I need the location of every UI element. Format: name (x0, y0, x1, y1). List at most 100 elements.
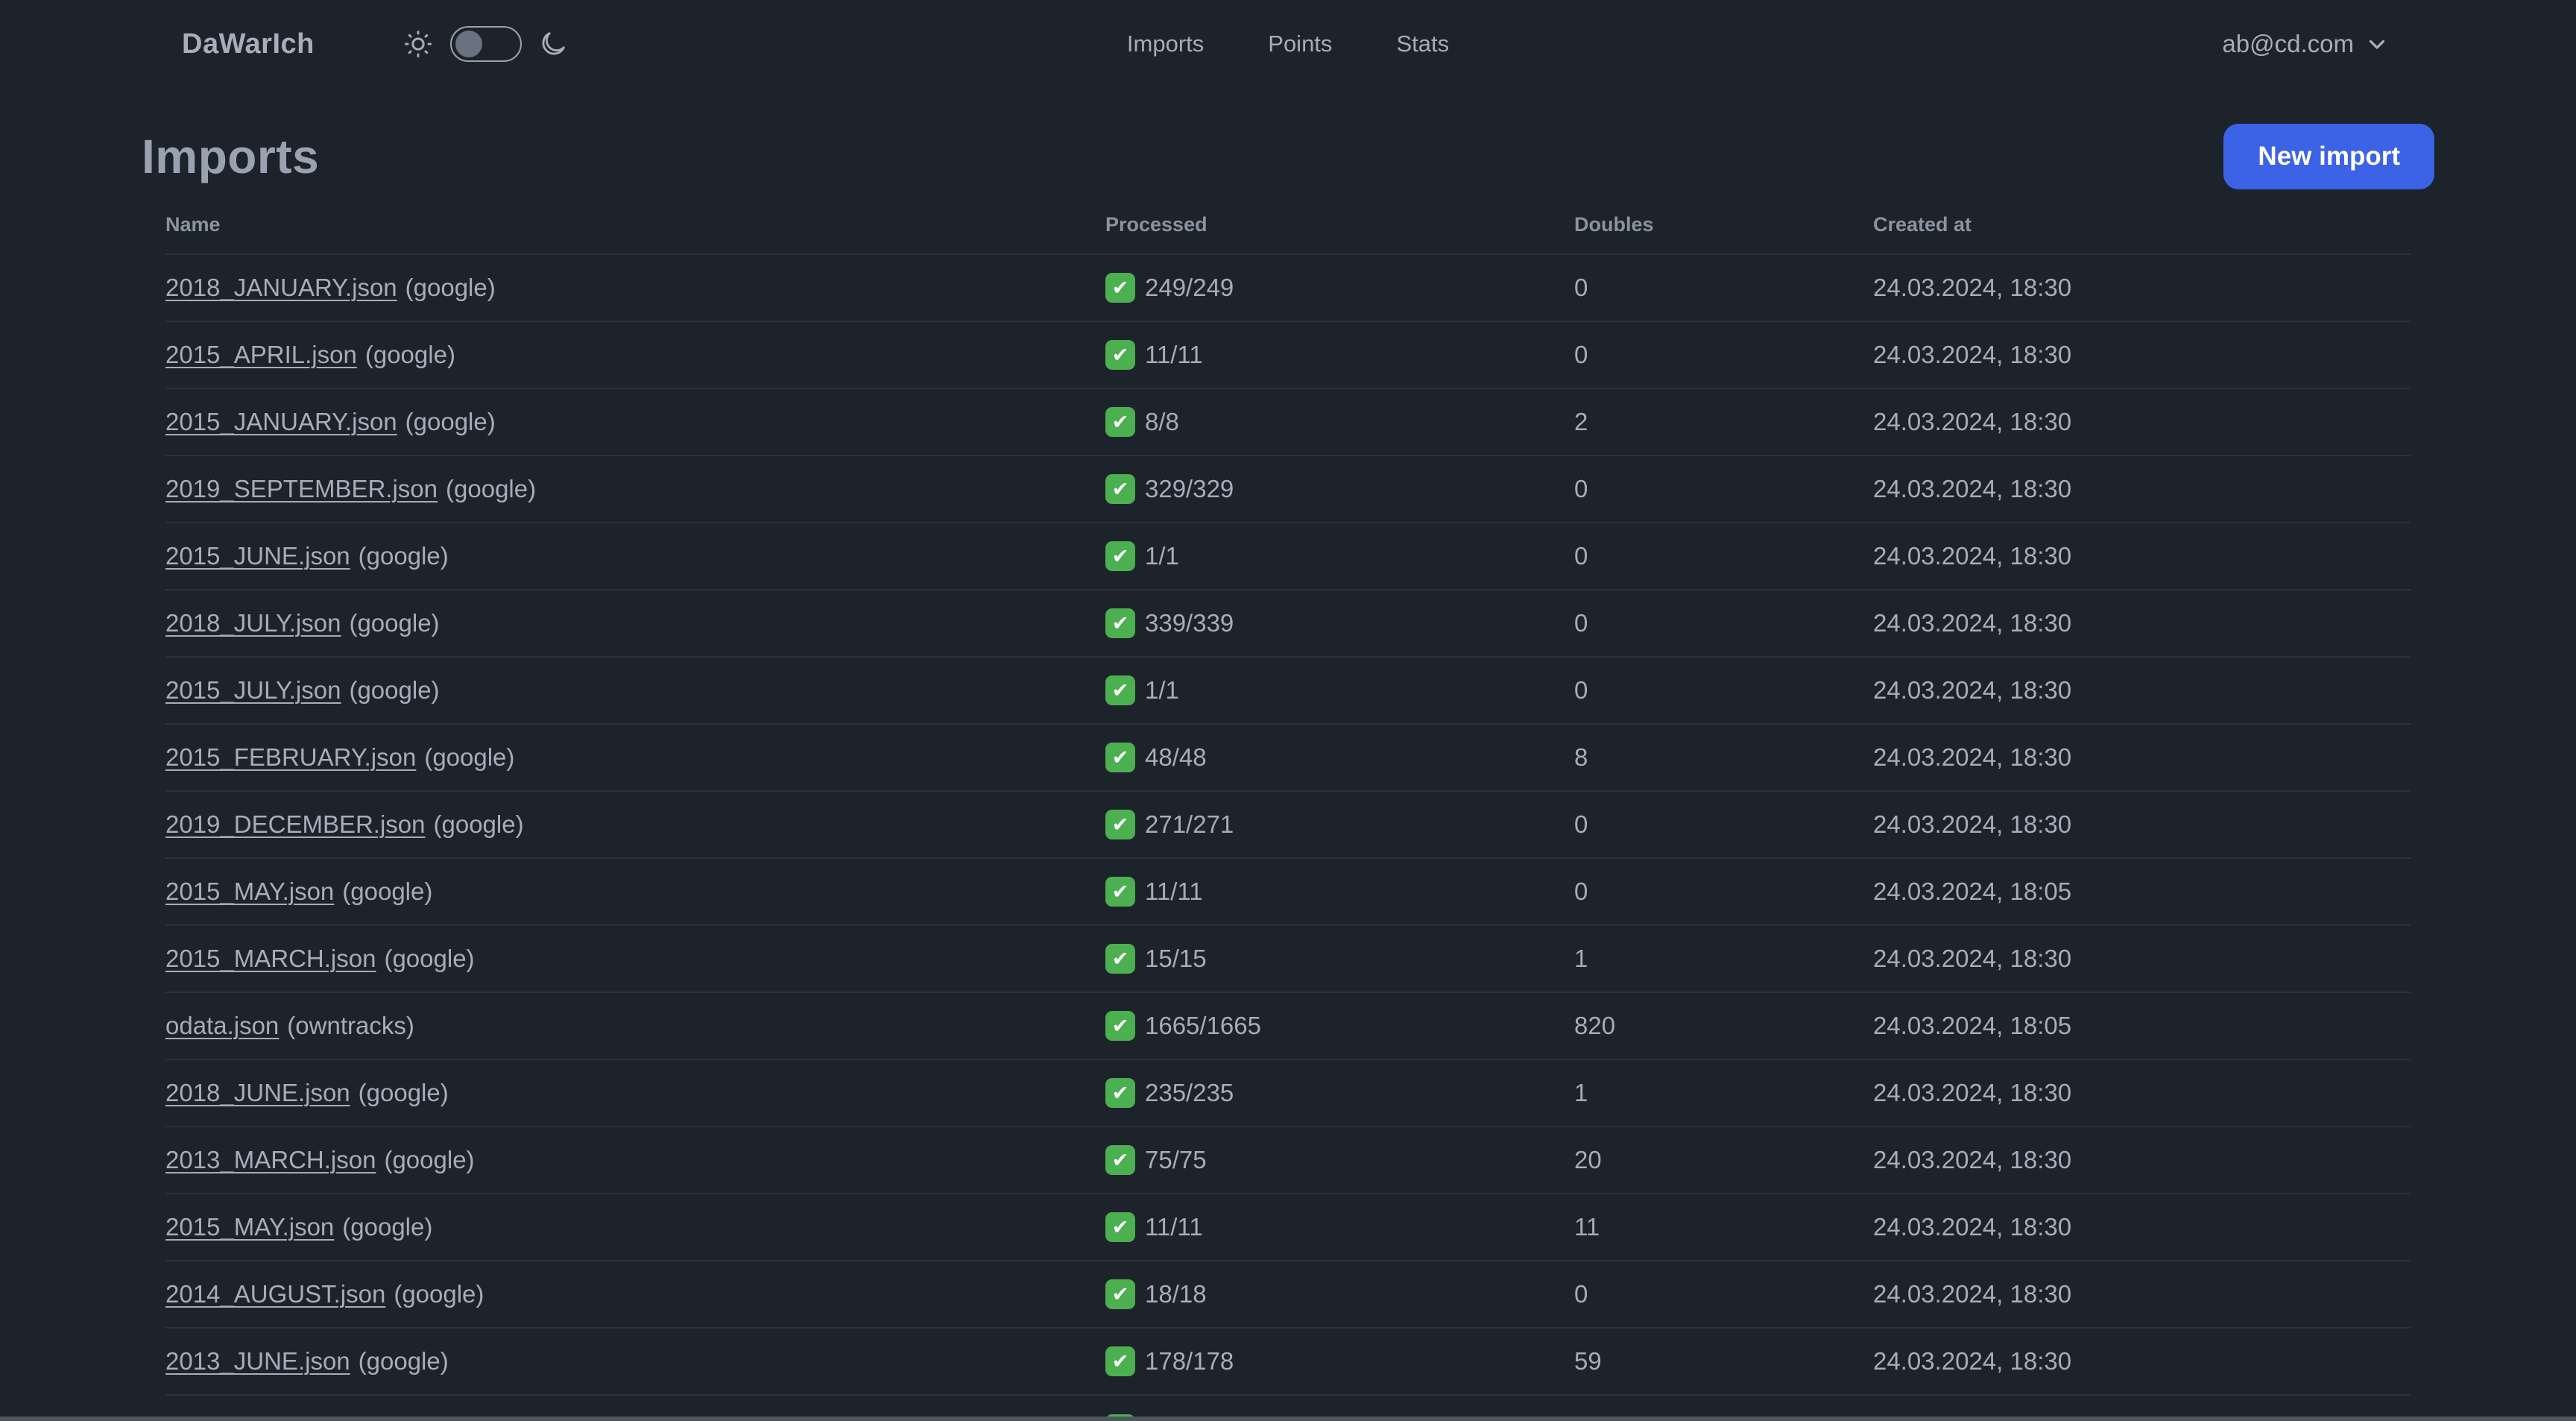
check-icon: ✔ (1105, 1011, 1135, 1041)
import-file-link[interactable]: 2018_JUNE.json (165, 1079, 350, 1107)
user-menu[interactable]: ab@cd.com (2222, 30, 2390, 58)
name-cell: 2019_SEPTEMBER.json (google) (165, 475, 1105, 503)
horizontal-scrollbar[interactable] (0, 1417, 2576, 1421)
table-row: 2018_JUNE.json (google) ✔ 235/235 1 24.03.202… (165, 1060, 2411, 1127)
moon-icon (538, 29, 568, 59)
doubles-cell: 0 (1574, 878, 1588, 905)
doubles-cell: 2 (1574, 408, 1588, 435)
table-row: 2015_MARCH.json (google) ✔ 15/15 1 24.03.2024… (165, 926, 2411, 993)
processed-cell: ✔ 15/15 (1105, 944, 1574, 974)
nav-item-stats[interactable]: Stats (1386, 23, 1459, 65)
table-row: 2015_MAY.json (google) ✔ 11/11 11 24.03.2024,… (165, 1194, 2411, 1261)
table-row: 2015_JUNE.json (google) ✔ 1/1 0 24.03.2024, 1… (165, 523, 2411, 590)
check-icon: ✔ (1105, 944, 1135, 974)
import-file-link[interactable]: 2015_APRIL.json (165, 341, 357, 369)
doubles-cell: 8 (1574, 743, 1588, 771)
processed-cell: ✔ 235/235 (1105, 1078, 1574, 1108)
check-icon: ✔ (1105, 541, 1135, 571)
created-at-cell: 24.03.2024, 18:30 (1873, 676, 2072, 704)
theme-toggle-knob (455, 31, 482, 57)
check-icon: ✔ (1105, 407, 1135, 437)
check-icon: ✔ (1105, 675, 1135, 705)
doubles-cell: 11 (1574, 1213, 1600, 1241)
created-at-cell: 24.03.2024, 18:30 (1873, 1280, 2072, 1308)
table-row: 2018_JULY.json (google) ✔ 339/339 0 24.03.202… (165, 590, 2411, 658)
import-file-link[interactable]: 2013_JUNE.json (165, 1347, 350, 1376)
table-row: 2018_JANUARY.json (google) ✔ 249/249 0 24.03.… (165, 255, 2411, 322)
import-file-link[interactable]: 2015_JANUARY.json (165, 408, 397, 436)
check-icon: ✔ (1105, 340, 1135, 370)
import-source: (google) (342, 1213, 433, 1241)
processed-value: 15/15 (1145, 945, 1207, 972)
processed-value: 1665/1665 (1145, 1012, 1261, 1039)
nav-item-imports[interactable]: Imports (1117, 23, 1214, 65)
main-nav: Imports Points Stats (1117, 0, 1459, 88)
import-source: (google) (394, 1280, 484, 1308)
processed-value: 178/178 (1145, 1347, 1234, 1375)
import-file-link[interactable]: 2019_SEPTEMBER.json (165, 475, 438, 503)
created-at-cell: 24.03.2024, 18:30 (1873, 475, 2072, 502)
table-row: 2013_MARCH.json (google) ✔ 75/75 20 24.03.202… (165, 1127, 2411, 1194)
import-file-link[interactable]: 2018_JULY.json (165, 609, 341, 637)
created-at-cell: 24.03.2024, 18:30 (1873, 542, 2072, 570)
processed-value: 271/271 (1145, 810, 1234, 838)
nav-item-points[interactable]: Points (1257, 23, 1342, 65)
import-file-link[interactable]: 2015_JULY.json (165, 676, 341, 705)
import-file-link[interactable]: 2014_AUGUST.json (165, 1280, 385, 1308)
import-file-link[interactable]: 2013_MARCH.json (165, 1146, 376, 1174)
processed-value: 1/1 (1145, 676, 1179, 704)
navbar: DaWarIch Imports Points Stats ab@cd.com (0, 0, 2576, 88)
import-file-link[interactable]: 2015_MAY.json (165, 878, 334, 906)
navbar-end: ab@cd.com (2222, 30, 2390, 58)
table-row: 2013_JUNE.json (google) ✔ 178/178 59 24.03.20… (165, 1329, 2411, 1396)
name-cell: 2015_MARCH.json (google) (165, 945, 1105, 973)
import-file-link[interactable]: 2015_FEBRUARY.json (165, 743, 416, 772)
doubles-cell: 0 (1574, 274, 1588, 301)
created-at-cell: 24.03.2024, 18:30 (1873, 341, 2072, 368)
check-icon: ✔ (1105, 1212, 1135, 1242)
processed-cell: ✔ 178/178 (1105, 1346, 1574, 1376)
app-logo[interactable]: DaWarIch (182, 28, 315, 60)
name-cell: 2014_AUGUST.json (google) (165, 1280, 1105, 1308)
table-row: 2015_MAY.json (google) ✔ 11/11 0 24.03.2024, … (165, 859, 2411, 926)
doubles-cell: 59 (1574, 1347, 1602, 1375)
processed-value: 18/18 (1145, 1280, 1207, 1308)
table-row: 2015_APRIL.json (google) ✔ 11/11 0 24.03.2024… (165, 322, 2411, 389)
import-source: (google) (358, 542, 449, 570)
table-row: 2019_DECEMBER.json (google) ✔ 271/271 0 24.03… (165, 792, 2411, 859)
import-file-link[interactable]: 2015_MAY.json (165, 1213, 334, 1241)
name-cell: odata.json (owntracks) (165, 1012, 1105, 1040)
processed-value: 11/11 (1145, 341, 1203, 368)
import-file-link[interactable]: 2015_JUNE.json (165, 542, 350, 570)
processed-cell: ✔ 1665/1665 (1105, 1011, 1574, 1041)
processed-cell: ✔ 1/1 (1105, 675, 1574, 705)
import-source: (google) (384, 1146, 475, 1173)
name-cell: 2013_MARCH.json (google) (165, 1146, 1105, 1174)
name-cell: 2015_MAY.json (google) (165, 878, 1105, 906)
import-file-link[interactable]: odata.json (165, 1012, 279, 1040)
check-icon: ✔ (1105, 743, 1135, 772)
import-file-link[interactable]: 2019_DECEMBER.json (165, 810, 426, 839)
page-header: Imports New import (142, 124, 2434, 189)
check-icon: ✔ (1105, 877, 1135, 907)
check-icon: ✔ (1105, 810, 1135, 839)
import-source: (google) (384, 945, 475, 972)
theme-toggle[interactable] (449, 26, 522, 62)
table-row: 2015_FEBRUARY.json (google) ✔ 48/48 8 24.03.2… (165, 725, 2411, 792)
processed-value: 11/11 (1145, 1213, 1203, 1241)
name-cell: 2018_JULY.json (google) (165, 609, 1105, 637)
processed-cell: ✔ 271/271 (1105, 810, 1574, 839)
check-icon: ✔ (1105, 1145, 1135, 1175)
user-email: ab@cd.com (2222, 30, 2354, 57)
column-header: Created at (1873, 212, 1972, 236)
doubles-cell: 0 (1574, 810, 1588, 838)
table-row: odata.json (owntracks) ✔ 1665/1665 820 24.03.… (165, 993, 2411, 1060)
import-source: (google) (405, 274, 496, 301)
processed-value: 48/48 (1145, 743, 1207, 771)
new-import-button[interactable]: New import (2223, 124, 2434, 189)
import-file-link[interactable]: 2018_JANUARY.json (165, 274, 397, 302)
table-header-row: Name Processed Doubles Created at (165, 195, 2411, 255)
import-source: (google) (424, 743, 515, 771)
processed-cell: ✔ 48/48 (1105, 743, 1574, 772)
import-file-link[interactable]: 2015_MARCH.json (165, 945, 376, 973)
